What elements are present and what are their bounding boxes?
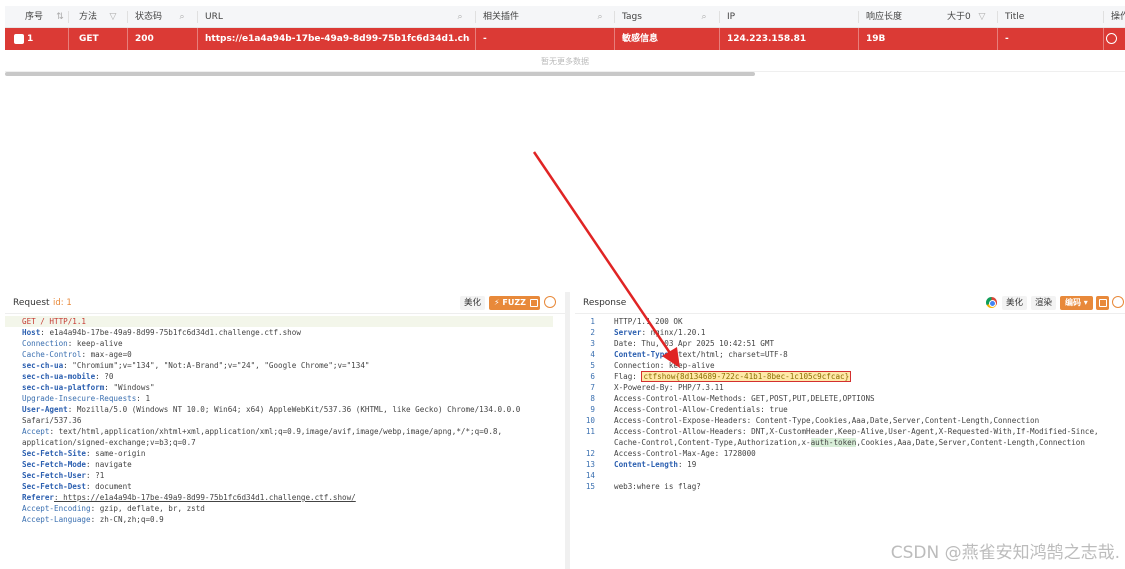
annotation-arrow — [532, 151, 680, 368]
arrow-head — [662, 347, 680, 368]
watermark-text: CSDN @燕雀安知鸿鹄之志哉. — [890, 543, 1120, 563]
app-root: 序号 ⇅ 方法 ▽ 状态码 ⌕ URL ⌕ 相关插件 ⌕ Tags ⌕ IP 响… — [0, 0, 1125, 569]
arrow-shaft — [532, 151, 674, 357]
